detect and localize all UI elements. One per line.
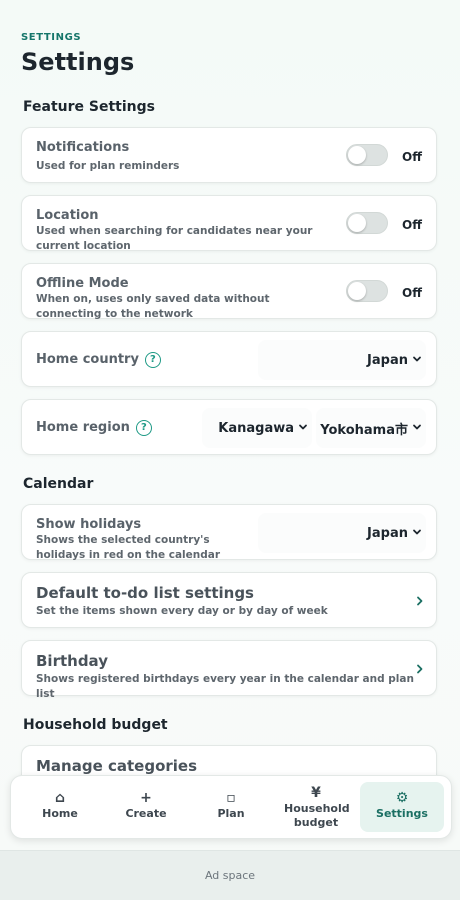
todo-settings-title: Default to-do list settings <box>36 584 254 602</box>
chevron-down-icon <box>299 424 307 430</box>
offline-mode-card: Offline Mode When on, uses only saved da… <box>21 263 437 320</box>
city-select[interactable]: Yokohama市 <box>316 408 426 448</box>
toggle-knob <box>348 214 366 232</box>
home-country-select[interactable]: Japan <box>258 340 426 380</box>
location-card: Location Used when searching for candida… <box>21 195 437 252</box>
plus-icon: + <box>140 790 152 806</box>
city-value: Yokohama市 <box>320 422 408 438</box>
home-country-value: Japan <box>367 352 408 368</box>
home-region-card: Home region? Kanagawa Yokohama市 <box>21 399 437 455</box>
todo-settings-desc: Set the items shown every day or by day … <box>36 605 328 617</box>
todo-settings-card[interactable]: Default to-do list settings Set the item… <box>21 572 437 628</box>
offline-mode-desc: When on, uses only saved data without co… <box>36 293 270 320</box>
chevron-down-icon <box>413 529 421 535</box>
page-eyebrow: SETTINGS <box>21 32 82 43</box>
show-holidays-desc: Shows the selected country's holidays in… <box>36 534 221 561</box>
nav-plan-label: Plan <box>217 807 245 820</box>
page-title: Settings <box>21 48 135 76</box>
nav-home-label: Home <box>42 807 78 820</box>
nav-settings-label: Settings <box>376 807 428 820</box>
bottom-nav: ⌂ Home + Create ▫ Plan ¥ Household budge… <box>10 775 452 839</box>
prefecture-value: Kanagawa <box>218 420 294 436</box>
home-icon: ⌂ <box>54 790 66 806</box>
nav-create-label: Create <box>125 807 167 820</box>
square-icon: ▫ <box>226 790 236 806</box>
home-country-card: Home country? Japan <box>21 331 437 387</box>
notifications-desc: Used for plan reminders <box>36 160 180 172</box>
manage-categories-title: Manage categories <box>36 757 198 775</box>
home-country-title: Home country? <box>36 352 161 368</box>
location-toggle[interactable] <box>346 212 388 234</box>
chevron-right-icon <box>417 596 423 606</box>
show-holidays-card: Show holidays Shows the selected country… <box>21 504 437 561</box>
toggle-knob <box>348 282 366 300</box>
settings-screen: SETTINGS Settings Feature Settings Notif… <box>0 0 460 900</box>
section-title-feature: Feature Settings <box>23 99 155 115</box>
chevron-down-icon <box>413 424 421 430</box>
chevron-down-icon <box>413 356 421 362</box>
location-title: Location <box>36 208 99 223</box>
nav-household-budget[interactable]: ¥ Household budget <box>274 782 358 832</box>
prefecture-select[interactable]: Kanagawa <box>202 408 312 448</box>
notifications-title: Notifications <box>36 140 130 155</box>
show-holidays-title: Show holidays <box>36 517 142 532</box>
help-icon[interactable]: ? <box>135 420 152 436</box>
gear-icon: ⚙ <box>395 790 409 806</box>
ad-space: Ad space <box>0 850 460 900</box>
chevron-right-icon <box>417 664 423 674</box>
holiday-country-value: Japan <box>367 525 408 541</box>
location-desc: Used when searching for candidates near … <box>36 225 313 252</box>
home-country-label: Home country <box>36 352 139 367</box>
birthday-title: Birthday <box>36 652 108 670</box>
notifications-toggle[interactable] <box>346 144 388 166</box>
notifications-card: Notifications Used for plan reminders Of… <box>21 127 437 183</box>
nav-create[interactable]: + Create <box>104 782 188 832</box>
nav-plan[interactable]: ▫ Plan <box>189 782 273 832</box>
offline-mode-title: Offline Mode <box>36 276 129 291</box>
section-title-calendar: Calendar <box>23 476 94 492</box>
notifications-state: Off <box>402 150 422 164</box>
nav-home[interactable]: ⌂ Home <box>18 782 102 832</box>
holiday-country-select[interactable]: Japan <box>258 513 426 553</box>
home-region-label: Home region <box>36 420 130 435</box>
nav-settings[interactable]: ⚙ Settings <box>360 782 444 832</box>
offline-mode-state: Off <box>402 286 422 300</box>
settings-scroll-area[interactable]: SETTINGS Settings Feature Settings Notif… <box>0 0 460 850</box>
birthday-desc: Shows registered birthdays every year in… <box>36 673 414 700</box>
nav-household-budget-label: Household budget <box>284 802 350 829</box>
location-state: Off <box>402 218 422 232</box>
offline-mode-toggle[interactable] <box>346 280 388 302</box>
toggle-knob <box>348 146 366 164</box>
section-title-budget: Household budget <box>23 717 168 733</box>
yen-icon: ¥ <box>311 785 321 801</box>
home-region-title: Home region? <box>36 420 152 436</box>
help-icon[interactable]: ? <box>144 352 161 368</box>
birthday-card[interactable]: Birthday Shows registered birthdays ever… <box>21 640 437 700</box>
